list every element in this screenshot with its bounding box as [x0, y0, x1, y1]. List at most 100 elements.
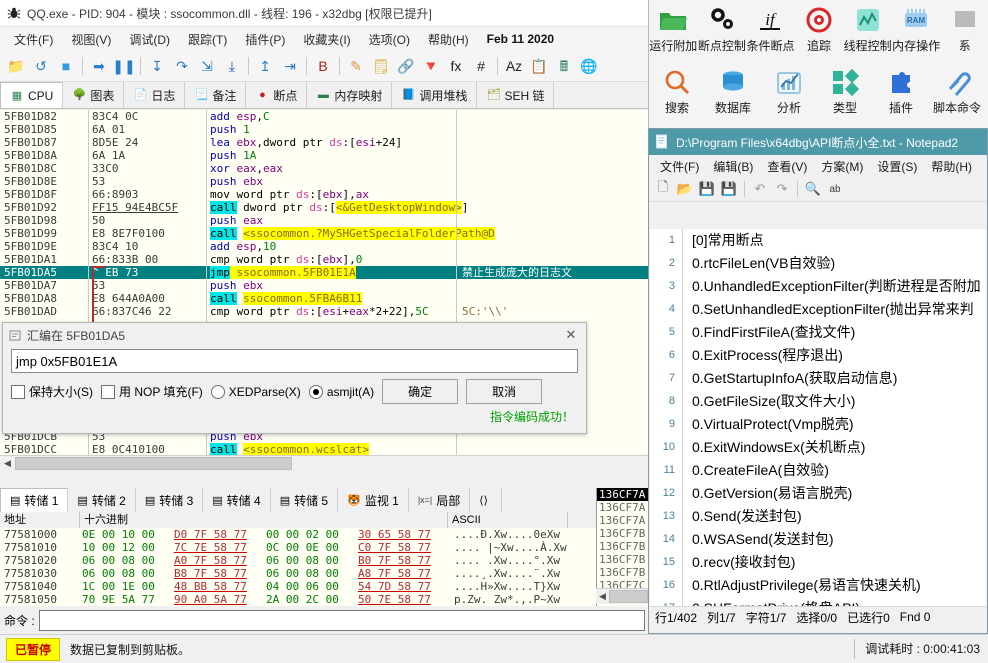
attach-clip-icon[interactable]: 🔗	[394, 54, 418, 78]
menu-file[interactable]: 文件(F)	[6, 29, 61, 50]
save-icon[interactable]: 💾	[697, 179, 717, 199]
undo-icon[interactable]: ↶	[750, 179, 770, 199]
run-to-icon[interactable]: ⤓	[220, 54, 244, 78]
step-into-icon[interactable]: ↧	[145, 54, 169, 78]
stack-row[interactable]: 136CF7A	[597, 501, 649, 514]
editor-line[interactable]: 6 0.ExitProcess(程序退出)	[650, 344, 986, 367]
asmjit-radio[interactable]: asmjit(A)	[308, 384, 374, 399]
ribbon-item-分析[interactable]: 分析	[761, 62, 817, 124]
editor-line[interactable]: 12 0.GetVersion(易语言脱壳)	[650, 482, 986, 505]
dump-tab-局部[interactable]: |x=| 局部	[409, 488, 471, 512]
ribbon-item-搜索[interactable]: 搜索	[649, 62, 705, 124]
notepad2-menu-编辑(B)[interactable]: 编辑(B)	[706, 156, 760, 177]
dump-view[interactable]: 77581000 0E 00 10 00 D0 7F 58 77 00 00 02 0…	[0, 528, 633, 606]
menu-debug[interactable]: 调试(D)	[121, 29, 178, 50]
disassembly-row[interactable]: 5FB01D92 FF15 94E4BC5F call dword ptr ds:[…	[0, 201, 648, 214]
notepad2-window[interactable]: D:\Program Files\x64dbg\API断点小全.txt - No…	[648, 128, 988, 634]
notepad2-menu-帮助(H)[interactable]: 帮助(H)	[924, 156, 979, 177]
pause-icon[interactable]: ❚❚	[112, 54, 136, 78]
pencil-icon[interactable]: ✎	[344, 54, 368, 78]
editor-line[interactable]: 17 0.SHFormatDrive(格盘API)	[650, 597, 986, 606]
tab-备注[interactable]: 📃 备注	[185, 82, 247, 108]
disassembly-row[interactable]: 5FB01D9E 83C4 10 add esp,10	[0, 240, 648, 253]
dump-tab-转储 3[interactable]: ▤ 转储 3	[136, 488, 204, 512]
restart-icon[interactable]: ↺	[29, 54, 53, 78]
stack-row[interactable]: 136CF7B	[597, 566, 649, 579]
menu-view[interactable]: 视图(V)	[63, 29, 119, 50]
dump-row[interactable]: 77581000 0E 00 10 00 D0 7F 58 77 00 00 02 0…	[0, 528, 633, 541]
new-file-icon[interactable]: 🗋	[653, 179, 673, 199]
stack-row[interactable]: 136CF7A	[597, 514, 649, 527]
open-icon[interactable]: 📁	[4, 54, 28, 78]
ribbon-item-数据库[interactable]: 数据库	[705, 62, 761, 124]
report-icon[interactable]: 📋	[527, 54, 551, 78]
dump-row[interactable]: 77581020 06 00 08 00 A0 7F 58 77 06 00 08 0…	[0, 554, 633, 567]
disassembly-row[interactable]: 5FB01D8C 33C0 xor eax,eax	[0, 162, 648, 175]
disassembly-row[interactable]: 5FB01D82 83C4 0C add esp,C	[0, 110, 648, 123]
replace-icon[interactable]: ab	[825, 179, 845, 199]
calculator-icon[interactable]: 🖩	[552, 54, 576, 78]
stack-row[interactable]: 136CF7B	[597, 553, 649, 566]
editor-line[interactable]: 2 0.rtcFileLen(VB自效验)	[650, 252, 986, 275]
notes-icon[interactable]: 🗒	[369, 54, 393, 78]
tab-CPU[interactable]: ▦ CPU	[0, 82, 64, 108]
stop-icon[interactable]: ■	[54, 54, 78, 78]
globe-icon[interactable]: 🌐	[577, 54, 601, 78]
dump-tab-struct[interactable]: ⟨⟩	[470, 488, 502, 512]
ribbon-item-系[interactable]: 系	[940, 0, 988, 62]
tab-图表[interactable]: 🌳 图表	[63, 82, 125, 108]
step-out-icon[interactable]: ⇲	[195, 54, 219, 78]
font-icon[interactable]: Az	[502, 54, 526, 78]
find-icon[interactable]: 🔍	[803, 179, 823, 199]
attach-icon[interactable]: ⇥	[278, 54, 302, 78]
stack-row[interactable]: 136CF7B	[597, 527, 649, 540]
disassembly-hscrollbar[interactable]: ◀	[0, 455, 648, 471]
ribbon-item-断点控制[interactable]: 断点控制	[698, 0, 747, 62]
editor-line[interactable]: 1 [0]常用断点	[650, 229, 986, 252]
notepad2-menu-设置(S)[interactable]: 设置(S)	[870, 156, 924, 177]
nop-fill-checkbox[interactable]: 用 NOP 填充(F)	[101, 383, 203, 400]
tab-内存映射[interactable]: ▬ 内存映射	[307, 82, 393, 108]
save-as-icon[interactable]: 💾	[719, 179, 739, 199]
disassembly-row[interactable]: 5FB01DA7 53 push ebx	[0, 279, 648, 292]
ribbon-item-追踪[interactable]: 追踪	[795, 0, 844, 62]
dump-tab-转储 1[interactable]: ▤ 转储 1	[0, 488, 69, 512]
disassembly-row[interactable]: 5FB01D98 50 push eax	[0, 214, 648, 227]
tab-断点[interactable]: ● 断点	[246, 82, 308, 108]
ribbon-item-线程控制[interactable]: 线程控制	[843, 0, 892, 62]
dump-tab-转储 4[interactable]: ▤ 转储 4	[203, 488, 271, 512]
editor-line[interactable]: 15 0.recv(接收封包)	[650, 551, 986, 574]
menu-favourites[interactable]: 收藏夹(I)	[295, 29, 358, 50]
editor-line[interactable]: 7 0.GetStartupInfoA(获取启动信息)	[650, 367, 986, 390]
disassembly-row[interactable]: 5FB01D8F 66:8903 mov word ptr ds:[ebx],ax	[0, 188, 648, 201]
scroll-left-icon[interactable]: ◀	[0, 458, 15, 469]
tab-日志[interactable]: 📄 日志	[124, 82, 186, 108]
stack-hscrollbar[interactable]: ◀	[596, 588, 648, 604]
menu-trace[interactable]: 跟踪(T)	[180, 29, 235, 50]
notepad2-menu-方案(M)[interactable]: 方案(M)	[814, 156, 870, 177]
stack-scroll-thumb[interactable]	[609, 590, 648, 603]
dump-tab-转储 2[interactable]: ▤ 转储 2	[68, 488, 136, 512]
redo-icon[interactable]: ↷	[772, 179, 792, 199]
disassembly-row[interactable]: 5FB01D87 8D5E 24 lea ebx,dword ptr ds:[esi…	[0, 136, 648, 149]
tab-调用堆栈[interactable]: 📘 调用堆栈	[392, 82, 478, 108]
editor-line[interactable]: 16 0.RtlAdjustPrivilege(易语言快速关机)	[650, 574, 986, 597]
notepad2-menu-文件(F)[interactable]: 文件(F)	[653, 156, 706, 177]
keep-size-checkbox[interactable]: 保持大小(S)	[11, 383, 93, 400]
run-icon[interactable]: ➡	[87, 54, 111, 78]
cancel-button[interactable]: 取消	[466, 379, 543, 404]
ribbon-item-类型[interactable]: 类型	[817, 62, 873, 124]
disassembly-row[interactable]: 5FB01DAD 66:837C46 22 cmp word ptr ds:[esi…	[0, 305, 648, 318]
disassembly-row[interactable]: 5FB01DA1 66:833B 00 cmp word ptr ds:[ebx],…	[0, 253, 648, 266]
ribbon-item-插件[interactable]: 插件	[873, 62, 929, 124]
command-bar[interactable]: 命令 :	[0, 608, 648, 632]
dump-row[interactable]: 77581010 10 00 12 00 7C 7E 58 77 0C 00 0E 0…	[0, 541, 633, 554]
notepad2-menubar[interactable]: 文件(F) 编辑(B) 查看(V) 方案(M) 设置(S) 帮助(H)	[649, 155, 987, 177]
assemble-input[interactable]: jmp 0x5FB01E1A	[11, 349, 578, 373]
dump-tab-转储 5[interactable]: ▤ 转储 5	[271, 488, 339, 512]
menu-plugins[interactable]: 插件(P)	[237, 29, 293, 50]
ok-button[interactable]: 确定	[382, 379, 459, 404]
xedparse-radio[interactable]: XEDParse(X)	[210, 384, 301, 399]
breakpoint-icon[interactable]: B	[311, 54, 335, 78]
trace-into-icon[interactable]: ↥	[253, 54, 277, 78]
